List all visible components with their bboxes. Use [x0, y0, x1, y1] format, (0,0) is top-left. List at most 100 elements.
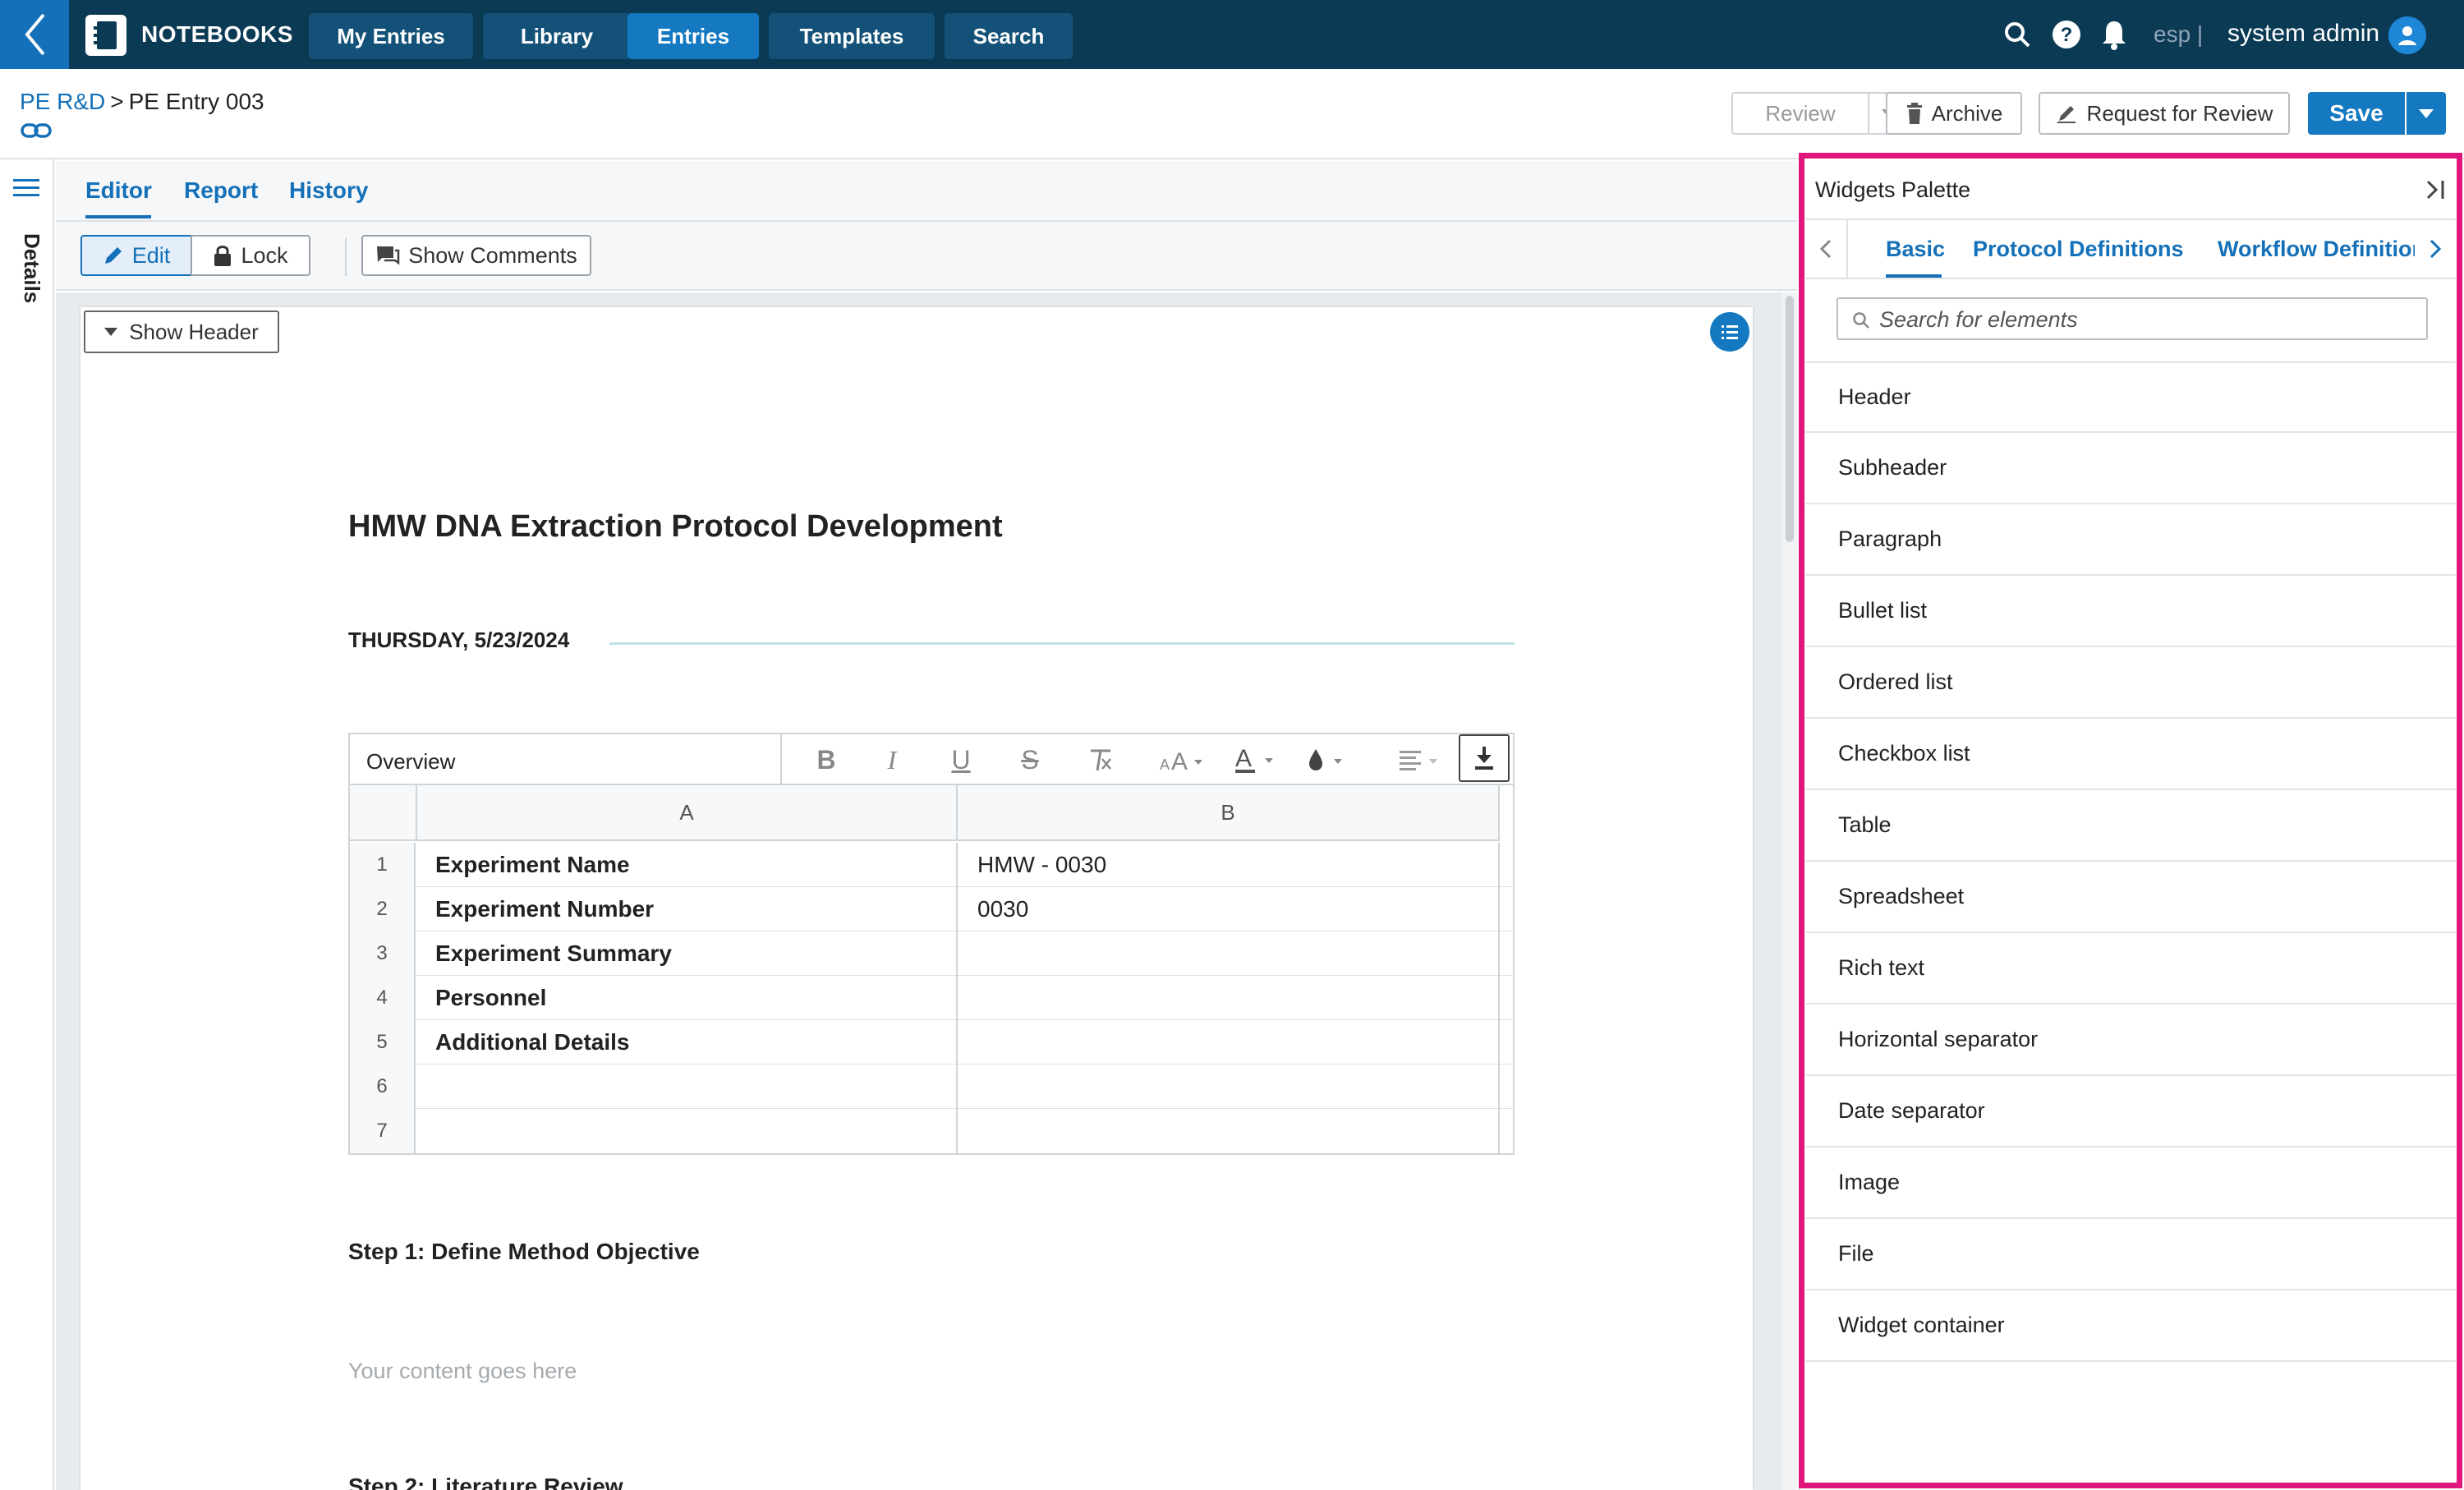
palette-search — [1837, 297, 2428, 340]
cell-b[interactable] — [958, 931, 1500, 976]
request-for-review-button[interactable]: Request for Review — [2039, 92, 2290, 135]
cell-a[interactable]: Experiment Name — [416, 843, 958, 887]
nav-tab-my-entries[interactable]: My Entries — [309, 13, 473, 59]
widget-item-widget-container[interactable]: Widget container — [1805, 1290, 2456, 1362]
cell-a[interactable]: Personnel — [416, 976, 958, 1020]
language-selector[interactable]: esp | — [2154, 21, 2203, 48]
align-icon[interactable] — [1398, 744, 1447, 775]
strikethrough-icon[interactable]: S — [1014, 744, 1046, 775]
cell-b[interactable] — [958, 976, 1500, 1020]
svg-text:A: A — [1171, 748, 1188, 773]
cell-a[interactable] — [416, 1065, 958, 1109]
save-options-button[interactable] — [2407, 92, 2446, 135]
nav-tab-templates[interactable]: Templates — [769, 13, 935, 59]
tab-editor[interactable]: Editor — [85, 177, 152, 204]
cell-b[interactable]: HMW - 0030 — [958, 843, 1500, 887]
lock-button[interactable]: Lock — [191, 235, 310, 276]
cell-a[interactable]: Additional Details — [416, 1020, 958, 1065]
widget-item-image[interactable]: Image — [1805, 1147, 2456, 1219]
nav-tab-entries[interactable]: Entries — [627, 13, 759, 59]
step-2-heading[interactable]: Step 2: Literature Review — [348, 1474, 623, 1490]
table-row: 5 Additional Details — [350, 1020, 1513, 1065]
request-for-review-label: Request for Review — [2086, 100, 2273, 126]
spreadsheet-name[interactable]: Overview — [366, 749, 455, 775]
bell-icon[interactable] — [2098, 18, 2131, 51]
link-icon[interactable] — [20, 118, 53, 143]
cell-a[interactable]: Experiment Number — [416, 887, 958, 931]
widget-item-subheader[interactable]: Subheader — [1805, 433, 2456, 504]
widget-item-bullet-list[interactable]: Bullet list — [1805, 576, 2456, 647]
palette-tab-basic[interactable]: Basic — [1886, 237, 1945, 262]
details-tab[interactable]: Details — [11, 233, 44, 332]
back-button[interactable] — [0, 0, 69, 69]
font-color-icon[interactable]: A — [1234, 744, 1283, 775]
help-icon[interactable]: ? — [2050, 18, 2083, 51]
nav-tab-library[interactable]: Library — [483, 13, 631, 59]
widget-item-spreadsheet[interactable]: Spreadsheet — [1805, 862, 2456, 933]
editor-scroll-thumb[interactable] — [1786, 296, 1794, 542]
cell-a[interactable] — [416, 1109, 958, 1153]
comments-icon — [377, 246, 400, 265]
user-avatar-icon[interactable] — [2388, 16, 2426, 54]
breadcrumb-separator: > — [110, 89, 124, 114]
save-button[interactable]: Save — [2308, 92, 2405, 135]
widget-item-ordered-list[interactable]: Ordered list — [1805, 647, 2456, 719]
widget-item-file[interactable]: File — [1805, 1219, 2456, 1290]
table-row: 6 — [350, 1065, 1513, 1109]
clear-format-icon[interactable] — [1084, 744, 1117, 775]
show-comments-button[interactable]: Show Comments — [361, 235, 591, 276]
tabs-scroll-right-button[interactable] — [2415, 220, 2456, 278]
tab-history[interactable]: History — [289, 177, 368, 204]
cell-a[interactable]: Experiment Summary — [416, 931, 958, 976]
widget-item-header[interactable]: Header — [1805, 361, 2456, 433]
nav-tab-search[interactable]: Search — [945, 13, 1073, 59]
table-of-contents-button[interactable] — [1710, 312, 1749, 352]
font-size-icon[interactable]: AA — [1158, 744, 1211, 775]
chevron-right-icon — [2430, 239, 2442, 259]
widgets-list: Header Subheader Paragraph Bullet list O… — [1805, 361, 2456, 1362]
show-header-label: Show Header — [129, 319, 259, 344]
user-name[interactable]: system admin — [2227, 20, 2379, 48]
widget-item-date-separator[interactable]: Date separator — [1805, 1076, 2456, 1147]
widget-item-paragraph[interactable]: Paragraph — [1805, 504, 2456, 576]
cell-b[interactable]: 0030 — [958, 887, 1500, 931]
bold-icon[interactable]: B — [810, 744, 843, 775]
search-elements-input[interactable] — [1879, 304, 2421, 335]
svg-text:?: ? — [2061, 24, 2073, 46]
column-header-a[interactable]: A — [416, 785, 958, 841]
editor-toolbar — [56, 220, 1797, 291]
cell-b[interactable] — [958, 1109, 1500, 1153]
widgets-palette-title: Widgets Palette — [1815, 177, 1971, 202]
widget-item-rich-text[interactable]: Rich text — [1805, 933, 2456, 1005]
menu-icon[interactable] — [11, 176, 41, 200]
toolbar-divider — [345, 238, 347, 276]
palette-tab-protocol-definitions[interactable]: Protocol Definitions — [1973, 237, 2184, 262]
document-title[interactable]: HMW DNA Extraction Protocol Development — [348, 509, 1003, 545]
fill-color-icon[interactable] — [1306, 744, 1355, 775]
cell-b[interactable] — [958, 1065, 1500, 1109]
content-placeholder[interactable]: Your content goes here — [348, 1359, 577, 1384]
show-header-button[interactable]: Show Header — [84, 310, 279, 353]
palette-tab-workflow-definitions[interactable]: Workflow Definitions — [2218, 237, 2438, 262]
search-icon — [1853, 312, 1869, 329]
widget-item-table[interactable]: Table — [1805, 790, 2456, 862]
review-button[interactable]: Review — [1731, 92, 1869, 135]
tabs-scroll-left-button[interactable] — [1805, 220, 1848, 278]
step-1-heading[interactable]: Step 1: Define Method Objective — [348, 1239, 700, 1265]
cell-b[interactable] — [958, 1020, 1500, 1065]
widget-item-horizontal-separator[interactable]: Horizontal separator — [1805, 1005, 2456, 1076]
underline-icon[interactable]: U — [945, 744, 977, 775]
widget-item-checkbox-list[interactable]: Checkbox list — [1805, 719, 2456, 790]
date-separator[interactable]: THURSDAY, 5/23/2024 — [348, 628, 569, 653]
column-header-b[interactable]: B — [958, 785, 1500, 841]
pencil-icon — [104, 247, 122, 264]
collapse-panel-icon[interactable] — [2423, 177, 2448, 202]
italic-icon[interactable]: I — [876, 744, 908, 775]
search-icon[interactable] — [2001, 18, 2034, 51]
edit-mode-button[interactable]: Edit — [80, 235, 192, 276]
download-icon[interactable] — [1459, 734, 1510, 782]
archive-button[interactable]: Archive — [1886, 92, 2022, 135]
toolbar-divider — [780, 734, 782, 784]
breadcrumb-parent-link[interactable]: PE R&D — [20, 89, 105, 114]
tab-report[interactable]: Report — [184, 177, 258, 204]
